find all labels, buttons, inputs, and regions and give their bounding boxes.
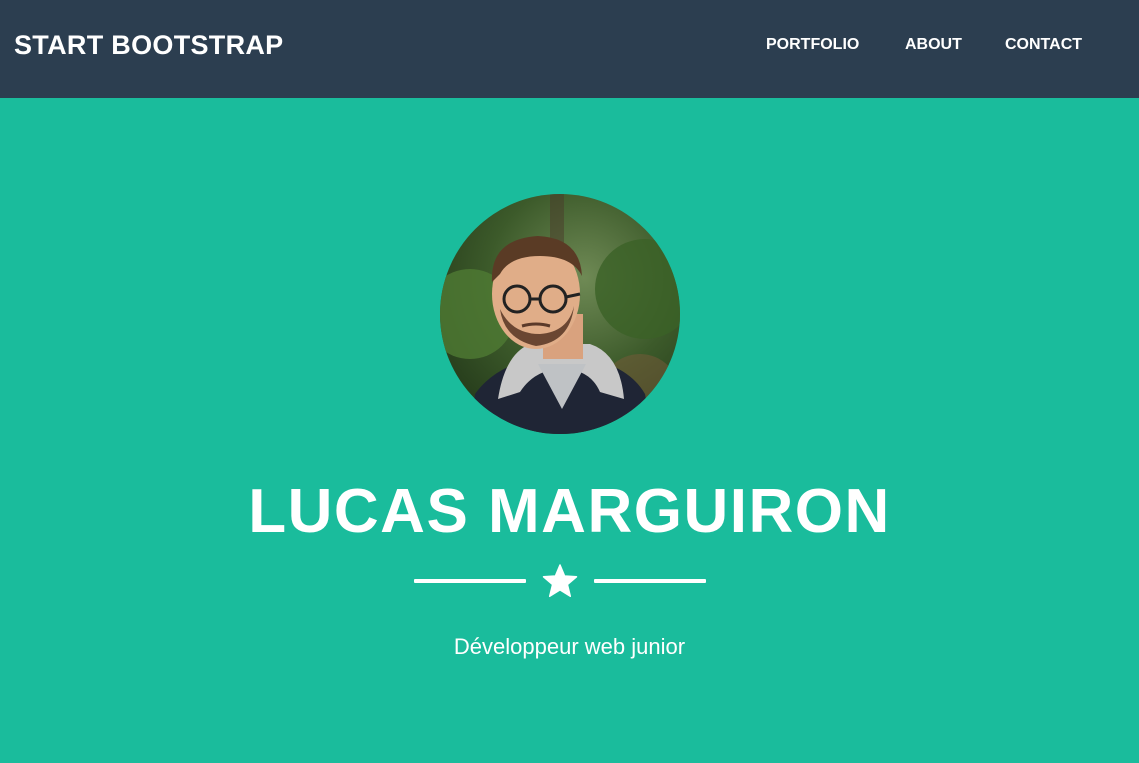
masthead: LUCAS MARGUIRON Développeur web junior: [0, 98, 1139, 763]
divider-line-left: [414, 579, 526, 583]
avatar: [440, 194, 680, 434]
profile-name: LUCAS MARGUIRON: [248, 477, 891, 546]
profile-photo: [440, 194, 680, 434]
profile-subtitle: Développeur web junior: [453, 634, 686, 659]
nav-link-about[interactable]: ABOUT: [905, 36, 962, 54]
brand-link[interactable]: START BOOTSTRAP: [14, 30, 284, 61]
navbar: START BOOTSTRAP PORTFOLIO ABOUT CONTACT: [0, 0, 1139, 98]
divider-line-right: [594, 579, 706, 583]
nav-link-contact[interactable]: CONTACT: [1005, 36, 1082, 54]
star-icon: [542, 564, 578, 598]
star-divider: [414, 564, 706, 598]
nav-link-portfolio[interactable]: PORTFOLIO: [766, 36, 859, 54]
